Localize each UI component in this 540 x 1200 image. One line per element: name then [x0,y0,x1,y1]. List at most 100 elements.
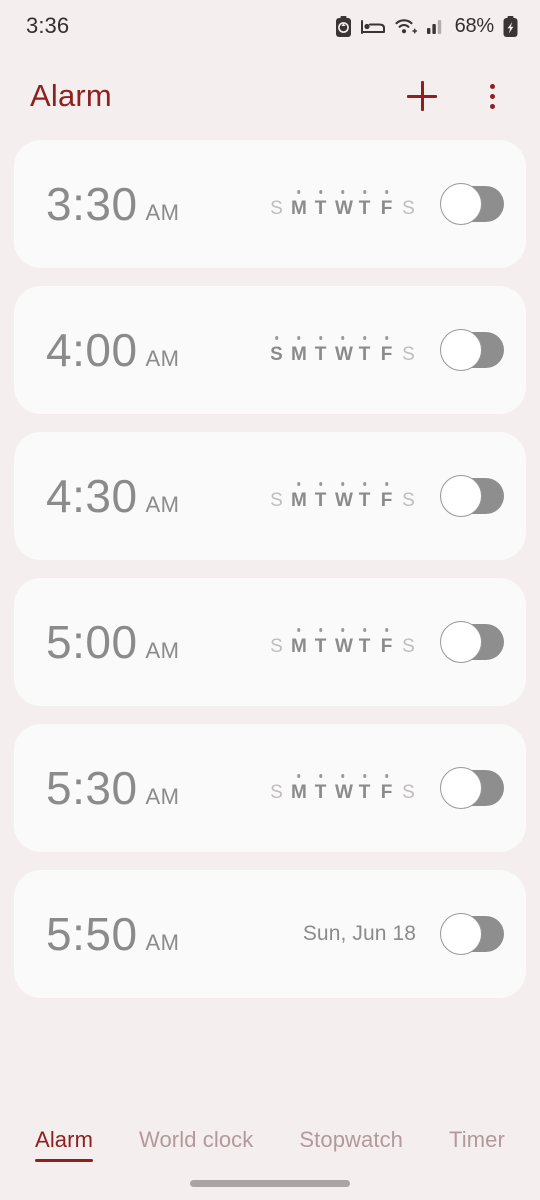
alarm-day-0[interactable]: S [269,199,284,218]
alarm-meridiem: AM [145,346,180,371]
alarm-row-right: SMTWTFS [269,329,504,371]
app-bar-actions [400,74,514,118]
tab-alarm[interactable]: Alarm [35,1127,93,1162]
alarm-time: 4:00 AM [46,327,179,373]
toggle-knob [440,183,482,225]
alarm-time-value: 5:30 [46,762,138,814]
alarm-meridiem: AM [145,200,180,225]
alarm-day-1[interactable]: M [291,199,307,218]
alarm-row[interactable]: 4:00 AM S M T W T F S [14,286,526,414]
status-clock: 3:36 [26,13,70,38]
alarm-day-6[interactable]: S [401,783,416,802]
status-icon-group: 68% [335,15,518,38]
toggle-knob [440,475,482,517]
alarm-day-1[interactable]: M [291,345,307,364]
alarm-toggle[interactable] [440,621,504,663]
alarm-row-right: Sun, Jun 18 [302,913,504,955]
toggle-knob [440,913,482,955]
alarm-toggle[interactable] [440,183,504,225]
alarm-row-right: SMTWTFS [269,767,504,809]
alarm-day-6[interactable]: S [401,345,416,364]
alarm-day-selector[interactable]: SMTWTFS [269,774,416,802]
alarm-day-3[interactable]: W [335,199,353,218]
alarm-day-3[interactable]: W [335,783,353,802]
alarm-day-1[interactable]: M [291,783,307,802]
alarm-toggle[interactable] [440,475,504,517]
alarm-meridiem: AM [145,784,180,809]
alarm-day-2[interactable]: T [313,637,328,656]
alarm-day-0[interactable]: S [269,345,284,364]
alarm-time: 5:50 AM [46,911,179,957]
alarm-day-3[interactable]: W [335,345,353,364]
alarm-time: 5:00 AM [46,619,179,665]
add-alarm-button[interactable] [400,74,444,118]
alarm-row[interactable]: 3:30 AM S M T W T F S [14,140,526,268]
alarm-day-3[interactable]: W [335,637,353,656]
alarm-row-right: SMTWTFS [269,621,504,663]
tab-timer[interactable]: Timer [449,1127,505,1162]
alarm-day-2[interactable]: T [313,199,328,218]
sleep-mode-icon [360,17,385,35]
alarm-day-1[interactable]: M [291,637,307,656]
alarm-toggle[interactable] [440,913,504,955]
toggle-knob [440,329,482,371]
alarm-time-value: 5:50 [46,908,138,960]
alarm-day-5[interactable]: F [379,199,394,218]
page-title: Alarm [30,78,112,113]
three-dots-vertical-icon [489,83,495,109]
alarm-meridiem: AM [145,492,180,517]
alarm-day-5[interactable]: F [379,345,394,364]
toggle-knob [440,767,482,809]
alarm-day-4[interactable]: T [357,199,372,218]
battery-percentage-label: 68% [454,14,495,37]
alarm-day-2[interactable]: T [313,491,328,510]
app-bar: Alarm [0,52,540,140]
toggle-knob [440,621,482,663]
alarm-day-4[interactable]: T [357,637,372,656]
alarm-toggle[interactable] [440,329,504,371]
alarm-day-5[interactable]: F [379,637,394,656]
alarm-toggle[interactable] [440,767,504,809]
alarm-row[interactable]: 5:50 AM Sun, Jun 18 [14,870,526,998]
alarm-day-5[interactable]: F [379,491,394,510]
tab-world-clock[interactable]: World clock [139,1127,253,1162]
wifi-icon [394,16,418,36]
alarm-day-4[interactable]: T [357,345,372,364]
alarm-day-3[interactable]: W [335,491,353,510]
alarm-day-0[interactable]: S [269,783,284,802]
battery-charging-icon [503,15,518,37]
alarm-day-2[interactable]: T [313,345,328,364]
alarm-row[interactable]: 5:30 AM S M T W T F S [14,724,526,852]
alarm-meridiem: AM [145,930,180,955]
plus-icon [407,81,437,111]
alarm-list: 3:30 AM S M T W T F S 4:00 AM S M T W T F S 4:30 AM S M T W T F S 5… [0,140,540,998]
alarm-day-4[interactable]: T [357,783,372,802]
alarm-row[interactable]: 5:00 AM S M T W T F S [14,578,526,706]
alarm-day-4[interactable]: T [357,491,372,510]
alarm-row-right: SMTWTFS [269,475,504,517]
alarm-day-6[interactable]: S [401,637,416,656]
alarm-date-label: Sun, Jun 18 [302,922,416,945]
alarm-day-5[interactable]: F [379,783,394,802]
alarm-time: 3:30 AM [46,181,179,227]
alarm-day-selector[interactable]: SMTWTFS [269,628,416,656]
alarm-row[interactable]: 4:30 AM S M T W T F S [14,432,526,560]
alarm-day-0[interactable]: S [269,491,284,510]
more-options-button[interactable] [470,74,514,118]
alarm-day-1[interactable]: M [291,491,307,510]
alarm-day-selector[interactable]: SMTWTFS [269,190,416,218]
alarm-day-6[interactable]: S [401,491,416,510]
alarm-day-0[interactable]: S [269,637,284,656]
gesture-navigation-bar[interactable] [190,1180,350,1187]
alarm-time-value: 4:00 [46,324,138,376]
tab-stopwatch[interactable]: Stopwatch [299,1127,403,1162]
alarm-time-value: 3:30 [46,178,138,230]
alarm-meridiem: AM [145,638,180,663]
alarm-row-right: SMTWTFS [269,183,504,225]
alarm-day-2[interactable]: T [313,783,328,802]
cellular-signal-icon [426,17,445,35]
alarm-day-selector[interactable]: SMTWTFS [269,336,416,364]
power-saving-icon [335,15,352,37]
alarm-day-selector[interactable]: SMTWTFS [269,482,416,510]
alarm-day-6[interactable]: S [401,199,416,218]
